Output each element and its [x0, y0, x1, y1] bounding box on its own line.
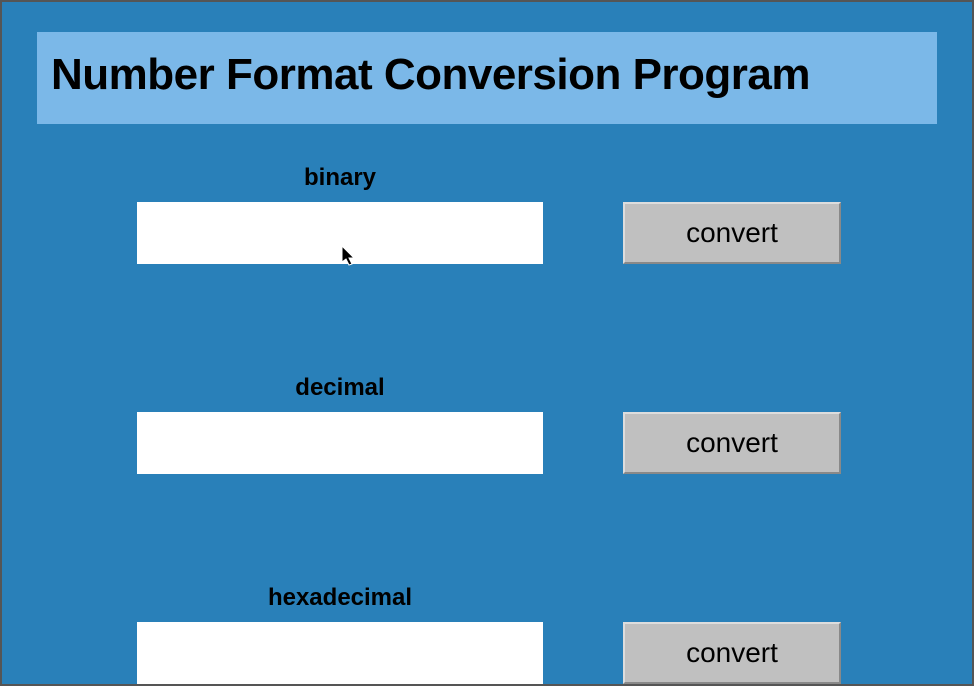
form-area: binary convert decimal convert hexadecim…	[2, 144, 972, 684]
decimal-input[interactable]	[137, 412, 543, 474]
decimal-convert-button[interactable]: convert	[623, 412, 841, 474]
title-bar: Number Format Conversion Program	[37, 32, 937, 124]
binary-input[interactable]	[137, 202, 543, 264]
page-title: Number Format Conversion Program	[51, 50, 923, 100]
hexadecimal-row: hexadecimal convert	[2, 584, 972, 684]
binary-input-group: binary	[137, 164, 543, 264]
hexadecimal-input[interactable]	[137, 622, 543, 684]
binary-label: binary	[137, 164, 543, 192]
decimal-input-group: decimal	[137, 374, 543, 474]
decimal-label: decimal	[137, 374, 543, 402]
binary-row: binary convert	[2, 164, 972, 264]
hexadecimal-input-group: hexadecimal	[137, 584, 543, 684]
hexadecimal-label: hexadecimal	[137, 584, 543, 612]
binary-convert-button[interactable]: convert	[623, 202, 841, 264]
decimal-row: decimal convert	[2, 374, 972, 474]
hexadecimal-convert-button[interactable]: convert	[623, 622, 841, 684]
